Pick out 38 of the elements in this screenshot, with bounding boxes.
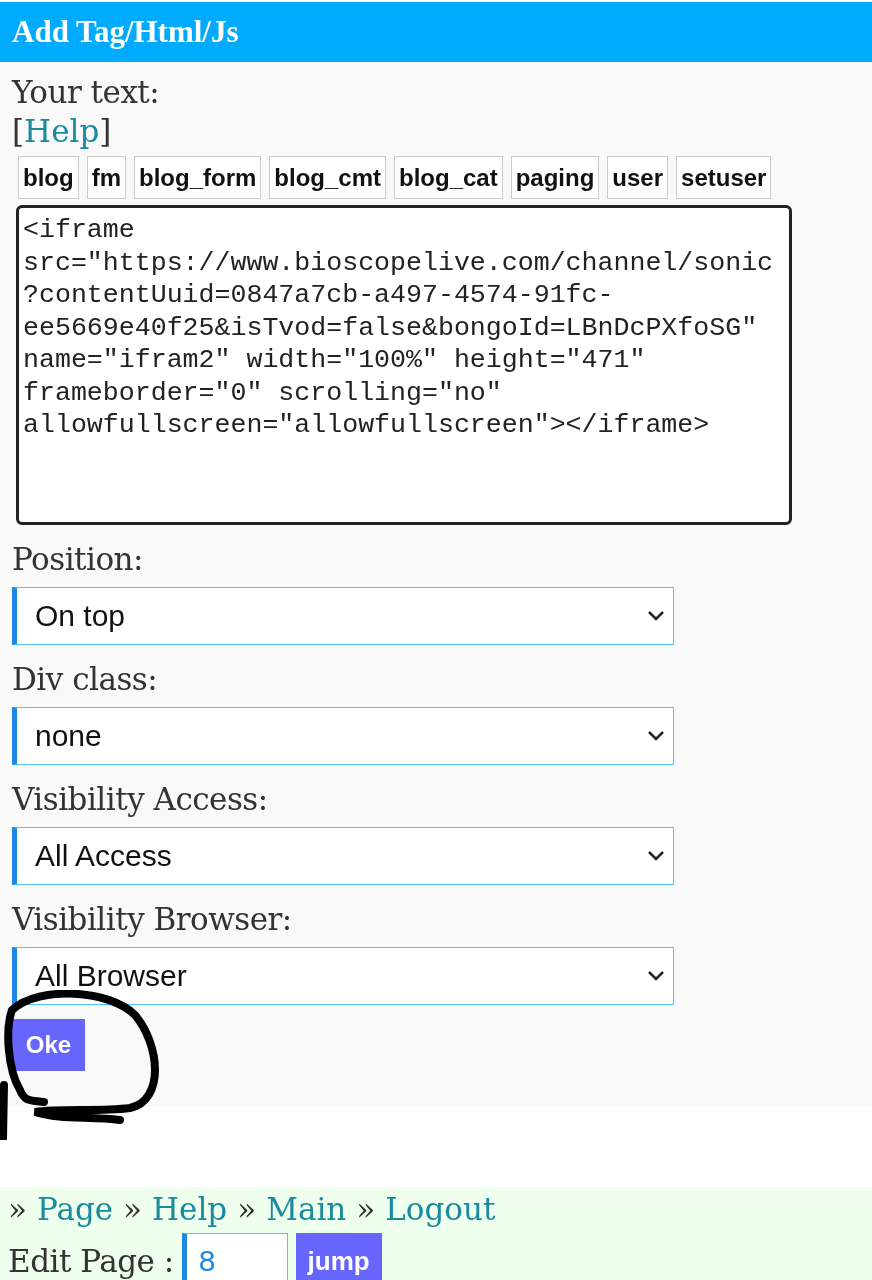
nav-link[interactable]: Page xyxy=(36,1191,114,1227)
dropdown-field[interactable]: All Browser xyxy=(12,947,674,1005)
edit-page-label: Edit Page : xyxy=(8,1242,174,1280)
tag-button[interactable]: fm xyxy=(86,156,126,199)
separator-text: » xyxy=(237,1191,257,1227)
dropdown-field[interactable]: All Access xyxy=(12,827,674,885)
tag-button[interactable]: blog_cmt xyxy=(269,156,386,199)
separator-text: » xyxy=(356,1191,376,1227)
page-number-field[interactable]: 8 xyxy=(181,1233,288,1280)
separator-text: » xyxy=(123,1191,143,1227)
tag-button[interactable]: blog xyxy=(18,156,79,199)
field-label: Div class: xyxy=(12,660,159,699)
tag-button[interactable]: setuser xyxy=(676,156,772,199)
chevron-down-icon xyxy=(647,850,665,862)
chevron-down-icon xyxy=(647,970,665,982)
field-label: Visibility Access: xyxy=(12,780,269,819)
dropdown-field[interactable]: none xyxy=(12,707,674,765)
text-label: Your text: xyxy=(12,73,161,112)
dropdown-field[interactable]: On top xyxy=(12,587,674,645)
code-field[interactable]: <iframe src="https://www.bioscopelive.com/channel/sonic?contentUuid=0847a7cb-a497-4574-91fc-ee5669e40f25&isTvod=false&bongoId=LBnDcPXfoSG" name="ifram2" width="100%" height="471" frameborder="0" scrolling="no" allowfullscreen="allowfullscreen"></iframe> xyxy=(16,205,792,525)
chevron-down-icon xyxy=(647,610,665,622)
tag-button[interactable]: blog_form xyxy=(134,156,262,199)
bracket-text: ] xyxy=(99,112,112,150)
nav-link[interactable]: Main xyxy=(266,1191,347,1227)
page-title: Add Tag/Html/Js xyxy=(0,2,872,62)
nav-link[interactable]: Help xyxy=(152,1191,228,1227)
chevron-down-icon xyxy=(647,730,665,742)
field-label: Position: xyxy=(12,540,145,579)
nav-link[interactable]: Logout xyxy=(385,1191,496,1227)
help-link[interactable]: Help xyxy=(24,112,100,150)
tag-button[interactable]: blog_cat xyxy=(394,156,503,199)
bracket-text: [ xyxy=(12,112,25,150)
tag-button[interactable]: user xyxy=(607,156,669,199)
separator-text: » xyxy=(8,1191,27,1227)
field-label: Visibility Browser: xyxy=(12,900,293,939)
tag-button[interactable]: paging xyxy=(510,156,600,199)
ok-button[interactable]: Oke xyxy=(12,1019,85,1071)
jump-button[interactable]: jump xyxy=(295,1233,382,1280)
